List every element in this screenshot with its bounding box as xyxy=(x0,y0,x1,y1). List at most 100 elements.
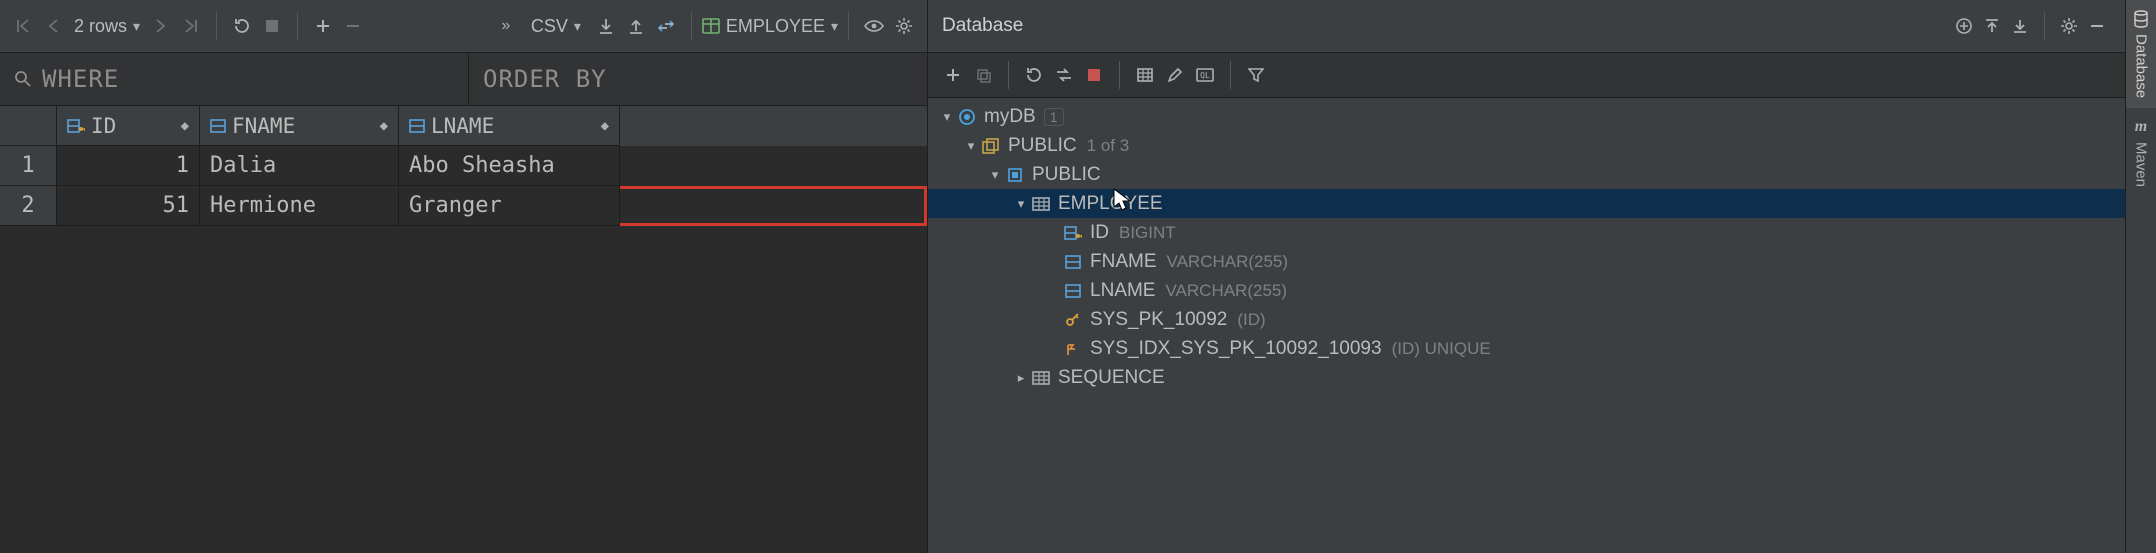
column-icon xyxy=(210,118,226,134)
refresh-button[interactable] xyxy=(1019,60,1049,90)
cell-lname[interactable]: Abo Sheasha xyxy=(399,146,620,186)
tree-node-datasource[interactable]: ▾ myDB 1 xyxy=(928,102,2125,131)
cell-fname[interactable]: Dalia xyxy=(200,146,399,186)
more-actions-button[interactable]: » xyxy=(491,11,521,41)
chevron-right-icon[interactable]: ▸ xyxy=(1012,370,1030,386)
hide-panel-button[interactable] xyxy=(2083,12,2111,40)
column-icon xyxy=(1062,283,1084,299)
tree-node-table[interactable]: ▾ EMPLOYEE xyxy=(928,189,2125,218)
compare-button[interactable] xyxy=(651,11,681,41)
tree-node-column[interactable]: LNAME VARCHAR(255) xyxy=(928,276,2125,305)
table-view-button[interactable] xyxy=(1130,60,1160,90)
tree-node-schema-group[interactable]: ▾ PUBLIC 1 of 3 xyxy=(928,131,2125,160)
column-header-lname[interactable]: LNAME ◆ xyxy=(399,106,620,146)
maven-icon: m xyxy=(2135,118,2147,136)
sort-indicator-icon: ◆ xyxy=(380,118,388,134)
chevron-down-icon[interactable]: ▾ xyxy=(1012,196,1030,212)
row-number: 1 xyxy=(0,146,57,186)
settings-button[interactable] xyxy=(889,11,919,41)
tree-node-schema[interactable]: ▾ PUBLIC xyxy=(928,160,2125,189)
add-row-button[interactable] xyxy=(308,11,338,41)
new-button[interactable] xyxy=(938,60,968,90)
chevron-down-icon[interactable]: ▾ xyxy=(986,167,1004,183)
cell-lname[interactable]: Granger xyxy=(399,186,620,226)
tree-node-index[interactable]: SYS_IDX_SYS_PK_10092_10093 (ID) UNIQUE xyxy=(928,334,2125,363)
tree-node-type: VARCHAR(255) xyxy=(1167,252,1289,272)
filter-button[interactable] xyxy=(1241,60,1271,90)
table-selector-dropdown[interactable]: EMPLOYEE ▾ xyxy=(702,16,838,37)
sort-indicator-icon: ◆ xyxy=(181,118,189,134)
tree-node-label: SYS_IDX_SYS_PK_10092_10093 xyxy=(1090,338,1382,360)
table-row[interactable]: 2 51 Hermione Granger xyxy=(0,186,927,226)
database-toolbar: QL xyxy=(928,53,2125,98)
index-icon xyxy=(1062,341,1084,357)
stop-button[interactable] xyxy=(257,11,287,41)
tool-window-rail: Database m Maven xyxy=(2125,0,2156,553)
chevron-down-icon: ▾ xyxy=(831,18,838,35)
rail-tab-maven[interactable]: m Maven xyxy=(2126,108,2156,197)
chevron-down-icon[interactable]: ▾ xyxy=(938,109,956,125)
rail-tab-database[interactable]: Database xyxy=(2126,0,2156,108)
database-panel-header: Database xyxy=(928,0,2125,53)
prev-page-button[interactable] xyxy=(38,11,68,41)
where-filter-input[interactable]: WHERE xyxy=(0,53,469,105)
stop-sync-button[interactable] xyxy=(1079,60,1109,90)
svg-text:QL: QL xyxy=(1200,71,1210,80)
rail-tab-label: Database xyxy=(2133,34,2150,98)
sync-button[interactable] xyxy=(1049,60,1079,90)
separator xyxy=(2044,12,2045,40)
rows-count-dropdown[interactable]: 2 rows ▾ xyxy=(74,16,140,37)
table-row[interactable]: 1 1 Dalia Abo Sheasha xyxy=(0,146,927,186)
panel-settings-button[interactable] xyxy=(2055,12,2083,40)
chevron-down-icon[interactable]: ▾ xyxy=(962,138,980,154)
delete-row-button[interactable] xyxy=(338,11,368,41)
where-placeholder: WHERE xyxy=(42,65,119,93)
reload-button[interactable] xyxy=(227,11,257,41)
assign-datasource-button[interactable] xyxy=(1950,12,1978,40)
tree-node-pk[interactable]: SYS_PK_10092 (ID) xyxy=(928,305,2125,334)
next-page-button[interactable] xyxy=(146,11,176,41)
view-toggle-button[interactable] xyxy=(859,11,889,41)
tree-node-label: SYS_PK_10092 xyxy=(1090,309,1227,331)
tree-node-label: SEQUENCE xyxy=(1058,367,1165,389)
first-page-button[interactable] xyxy=(8,11,38,41)
duplicate-button[interactable] xyxy=(968,60,998,90)
console-button[interactable]: QL xyxy=(1190,60,1220,90)
tree-node-column[interactable]: ID BIGINT xyxy=(928,218,2125,247)
schemas-icon xyxy=(980,138,1002,154)
right-area: Database QL xyxy=(928,0,2156,553)
result-grid-pane: 2 rows ▾ » CSV ▾ EMPLOYEE xyxy=(0,0,928,553)
rows-count-label: 2 rows xyxy=(74,16,127,37)
import-upload-button[interactable] xyxy=(621,11,651,41)
column-icon xyxy=(1062,254,1084,270)
column-header-fname[interactable]: FNAME ◆ xyxy=(200,106,399,146)
column-header-label: ID xyxy=(91,114,116,138)
collapse-down-button[interactable] xyxy=(2006,12,2034,40)
table-icon xyxy=(1030,197,1052,211)
table-icon xyxy=(1030,371,1052,385)
tree-node-label: EMPLOYEE xyxy=(1058,193,1163,215)
tree-node-label: ID xyxy=(1090,222,1109,244)
filter-bar: WHERE ORDER BY xyxy=(0,53,927,106)
grid-toolbar: 2 rows ▾ » CSV ▾ EMPLOYEE xyxy=(0,0,927,53)
tree-node-sequence[interactable]: ▸ SEQUENCE xyxy=(928,363,2125,392)
database-panel-title: Database xyxy=(942,15,1950,37)
cell-id[interactable]: 51 xyxy=(57,186,200,226)
grid-header-row: ID ◆ FNAME ◆ LNAME ◆ xyxy=(0,106,927,146)
collapse-up-button[interactable] xyxy=(1978,12,2006,40)
export-format-dropdown[interactable]: CSV ▾ xyxy=(531,16,581,37)
database-tree[interactable]: ▾ myDB 1 ▾ PUBLIC 1 of 3 ▾ PUBLIC xyxy=(928,98,2125,553)
tree-node-type: VARCHAR(255) xyxy=(1165,281,1287,301)
export-download-button[interactable] xyxy=(591,11,621,41)
column-header-id[interactable]: ID ◆ xyxy=(57,106,200,146)
database-tool-window: Database QL xyxy=(928,0,2125,553)
chevron-down-icon: ▾ xyxy=(133,18,140,35)
last-page-button[interactable] xyxy=(176,11,206,41)
tree-node-badge: 1 xyxy=(1044,108,1064,126)
tree-node-column[interactable]: FNAME VARCHAR(255) xyxy=(928,247,2125,276)
tree-node-detail: (ID) UNIQUE xyxy=(1392,339,1491,359)
cell-id[interactable]: 1 xyxy=(57,146,200,186)
orderby-filter-input[interactable]: ORDER BY xyxy=(469,53,927,105)
cell-fname[interactable]: Hermione xyxy=(200,186,399,226)
edit-button[interactable] xyxy=(1160,60,1190,90)
